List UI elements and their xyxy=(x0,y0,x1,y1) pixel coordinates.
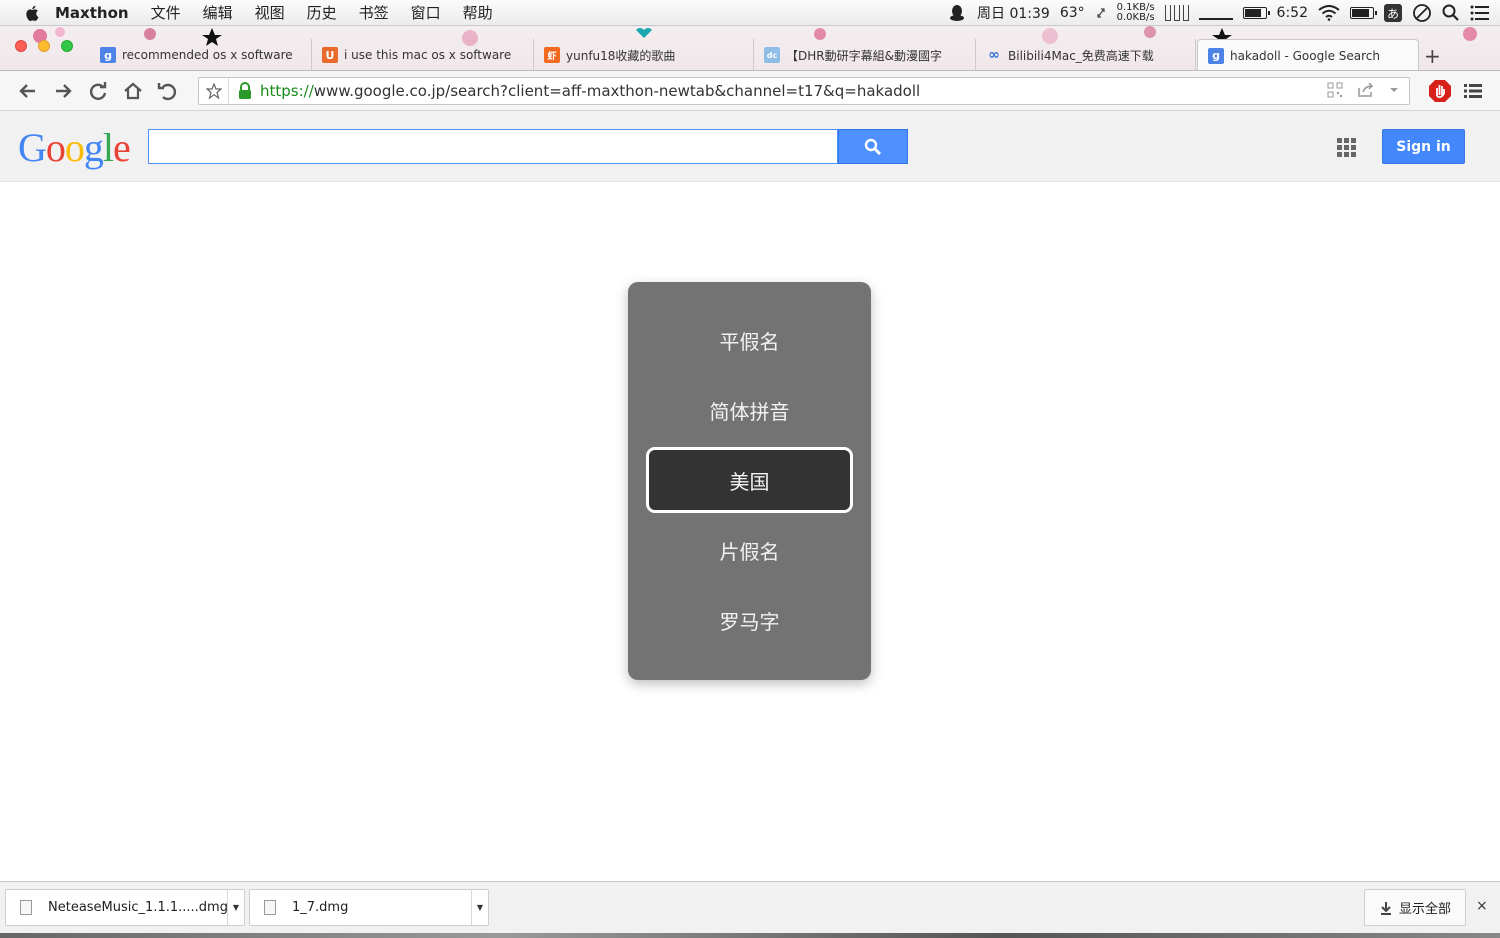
download-filename: NeteaseMusic_1.1.1.....dmg xyxy=(48,900,228,915)
iusethis-favicon-icon: U xyxy=(322,47,338,63)
tab-xiami-songs[interactable]: 虾 yunfu18收藏的歌曲 xyxy=(534,39,754,70)
tab-hakadoll-search[interactable]: g hakadoll - Google Search xyxy=(1197,39,1419,70)
dropdown-caret-icon[interactable] xyxy=(1389,86,1399,94)
temperature-text[interactable]: 63° xyxy=(1060,5,1085,21)
menu-bookmarks[interactable]: 书签 xyxy=(359,2,389,23)
menu-window[interactable]: 窗口 xyxy=(411,2,441,23)
qr-code-icon[interactable] xyxy=(1327,82,1343,98)
tab-recommended-software[interactable]: g recommended os x software xyxy=(90,39,312,70)
no-disturb-icon[interactable] xyxy=(1412,3,1432,23)
close-download-bar-button[interactable]: × xyxy=(1476,898,1488,914)
google-search-input[interactable] xyxy=(148,129,838,164)
tab-title: i use this mac os x software xyxy=(344,48,512,62)
google-favicon-icon: g xyxy=(100,47,116,63)
download-item-neteasemusic[interactable]: NeteaseMusic_1.1.1.....dmg ▼ xyxy=(5,889,245,926)
system-monitor-bars[interactable] xyxy=(1164,5,1189,21)
window-zoom-button[interactable] xyxy=(61,40,73,52)
expand-icon[interactable] xyxy=(1095,6,1107,20)
search-icon xyxy=(864,138,882,155)
google-search-button[interactable] xyxy=(838,129,908,164)
bookmark-star-button[interactable] xyxy=(199,78,229,104)
dock-edge-strip xyxy=(0,933,1500,938)
ime-option-katakana[interactable]: 片假名 xyxy=(646,517,853,583)
ime-option-hiragana[interactable]: 平假名 xyxy=(646,307,853,373)
tab-title: yunfu18收藏的歌曲 xyxy=(566,48,676,63)
tab-i-use-this[interactable]: U i use this mac os x software xyxy=(312,39,534,70)
tab-strip: g recommended os x software U i use this… xyxy=(0,26,1500,71)
file-icon xyxy=(20,900,32,915)
google-header: Google Sign in xyxy=(0,111,1500,182)
google-favicon-icon: g xyxy=(1208,47,1224,64)
input-method-indicator[interactable]: あ xyxy=(1384,4,1402,22)
tab-bilibili4mac[interactable]: ∞ Bilibili4Mac_免费高速下载 xyxy=(976,39,1196,70)
google-logo[interactable]: Google xyxy=(18,124,131,171)
tab-dhr-subtitles[interactable]: dc 【DHR動研字幕組&動漫國字 xyxy=(754,39,976,70)
download-bar: NeteaseMusic_1.1.1.....dmg ▼ 1_7.dmg ▼ 显… xyxy=(0,881,1500,938)
menu-view[interactable]: 视图 xyxy=(255,2,285,23)
tab-title: 【DHR動研字幕組&動漫國字 xyxy=(786,48,942,63)
qq-icon[interactable] xyxy=(947,3,967,23)
apple-icon[interactable] xyxy=(24,4,42,22)
adblock-hand-icon[interactable] xyxy=(1428,79,1452,103)
tab-title: hakadoll - Google Search xyxy=(1230,48,1380,63)
menu-edit[interactable]: 编辑 xyxy=(203,2,233,23)
url-scheme-text: https:// xyxy=(260,82,314,100)
star-icon xyxy=(205,83,222,99)
reload-icon[interactable] xyxy=(87,80,109,102)
download-item-1-7[interactable]: 1_7.dmg ▼ xyxy=(249,889,489,926)
clock-text[interactable]: 6:52 xyxy=(1277,5,1308,21)
window-close-button[interactable] xyxy=(15,40,27,52)
download-arrow-icon xyxy=(1380,901,1391,915)
ime-option-pinyin[interactable]: 简体拼音 xyxy=(646,377,853,443)
datetime-text[interactable]: 周日 01:39 xyxy=(977,3,1050,23)
tab-title: recommended os x software xyxy=(122,48,293,62)
net-down-text: 0.0KB/s xyxy=(1116,12,1155,23)
menu-help[interactable]: 帮助 xyxy=(463,2,493,23)
ime-option-us[interactable]: 美国 xyxy=(646,447,853,513)
wifi-icon[interactable] xyxy=(1318,5,1340,21)
file-icon xyxy=(264,900,276,915)
forward-arrow-icon[interactable] xyxy=(52,80,74,102)
mac-menu-bar: Maxthon 文件 编辑 视图 历史 书签 窗口 帮助 周日 01:39 63… xyxy=(0,0,1500,26)
google-apps-icon[interactable] xyxy=(1337,138,1356,157)
sign-in-button[interactable]: Sign in xyxy=(1382,129,1465,164)
app-name-menu[interactable]: Maxthon xyxy=(55,4,129,22)
address-bar[interactable]: https:// www.google.co.jp/search?client=… xyxy=(198,77,1410,105)
chevron-down-icon[interactable]: ▼ xyxy=(227,890,244,925)
battery-icon[interactable] xyxy=(1242,7,1270,19)
show-all-label: 显示全部 xyxy=(1398,902,1451,917)
spotlight-search-icon[interactable] xyxy=(1442,4,1460,22)
input-method-switcher-popup: 平假名 简体拼音 美国 片假名 罗马字 xyxy=(628,282,871,680)
network-speed[interactable]: 0.1KB/s 0.0KB/s xyxy=(1117,3,1155,23)
lock-icon[interactable] xyxy=(238,82,252,100)
undo-close-tab-icon[interactable] xyxy=(157,80,179,102)
forum-favicon-icon: dc xyxy=(764,47,780,63)
back-arrow-icon[interactable] xyxy=(17,80,39,102)
chevron-down-icon[interactable]: ▼ xyxy=(471,890,488,925)
tab-title: Bilibili4Mac_免费高速下载 xyxy=(1008,48,1154,63)
xiami-favicon-icon: 虾 xyxy=(544,47,560,63)
download-filename: 1_7.dmg xyxy=(292,900,349,915)
share-icon[interactable] xyxy=(1357,82,1375,98)
browser-menu-icon[interactable] xyxy=(1463,81,1483,101)
home-icon[interactable] xyxy=(122,80,144,102)
cpu-graph-icon[interactable] xyxy=(1198,6,1233,20)
new-tab-button[interactable]: + xyxy=(1424,44,1441,68)
window-minimize-button[interactable] xyxy=(38,40,50,52)
ime-option-romaji[interactable]: 罗马字 xyxy=(646,587,853,653)
battery-status-icon[interactable] xyxy=(1350,7,1377,19)
menu-file[interactable]: 文件 xyxy=(151,2,181,23)
bilibili-favicon-icon: ∞ xyxy=(988,47,1000,63)
browser-toolbar: https:// www.google.co.jp/search?client=… xyxy=(0,71,1500,111)
menu-history[interactable]: 历史 xyxy=(307,2,337,23)
notification-center-icon[interactable] xyxy=(1470,4,1490,22)
show-all-downloads-button[interactable]: 显示全部 xyxy=(1364,889,1466,926)
url-text: www.google.co.jp/search?client=aff-maxth… xyxy=(313,82,921,100)
